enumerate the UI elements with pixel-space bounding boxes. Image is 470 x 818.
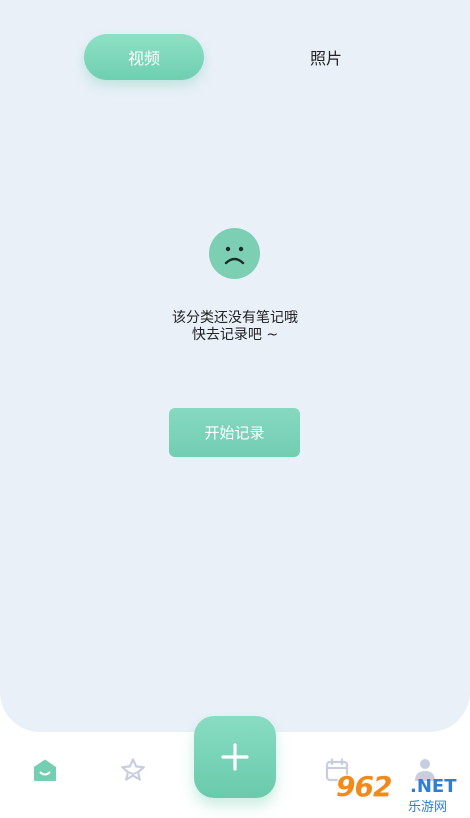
tab-video[interactable]: 视频 [84, 34, 204, 80]
sad-face-icon [209, 228, 260, 279]
start-record-button[interactable]: 开始记录 [169, 408, 300, 457]
star-icon[interactable] [119, 758, 147, 782]
empty-message: 该分类还没有笔记哦 [172, 310, 298, 326]
watermark-logo-number: 962 [336, 770, 392, 803]
empty-hint: 快去记录吧 ~ [191, 327, 279, 343]
tab-photo[interactable]: 照片 [266, 34, 386, 80]
add-button[interactable] [194, 716, 276, 798]
watermark-logo: 962 .NET 乐游网 [330, 770, 466, 816]
content-panel [0, 0, 470, 732]
home-icon[interactable] [31, 758, 59, 782]
watermark-logo-net: .NET [410, 776, 457, 797]
watermark-logo-sub: 乐游网 [408, 800, 448, 815]
plus-icon [221, 743, 249, 771]
